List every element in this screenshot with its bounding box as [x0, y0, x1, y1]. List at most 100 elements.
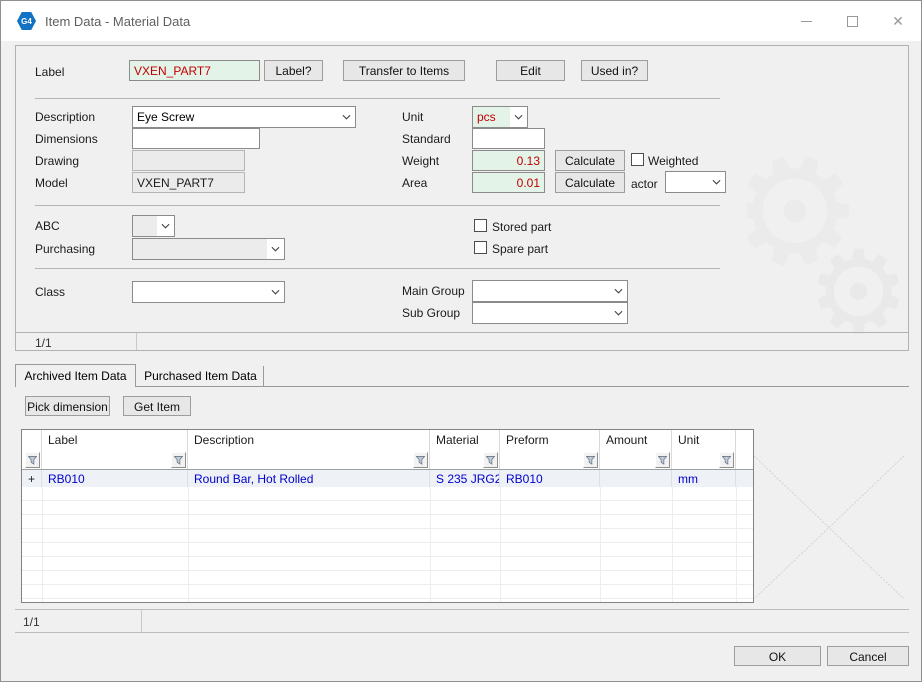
gear-icon: ⚙ — [747, 141, 886, 317]
chevron-down-icon — [610, 303, 627, 323]
gear-watermark: ⚙ ⚙ — [747, 141, 907, 350]
filter-button-expand[interactable] — [25, 452, 40, 468]
filter-funnel-icon — [416, 455, 425, 465]
class-combobox[interactable] — [132, 281, 285, 303]
factor-combobox[interactable] — [665, 171, 726, 193]
filter-funnel-icon — [28, 455, 37, 465]
minimize-icon — [800, 20, 812, 22]
row-amount — [600, 470, 672, 487]
grid-line — [736, 487, 737, 602]
app-icon: G4 — [17, 12, 36, 30]
filter-funnel-icon — [658, 455, 667, 465]
abc-label: ABC — [35, 219, 60, 233]
transfer-to-items-button[interactable]: Transfer to Items — [343, 60, 465, 81]
column-header-preform: Preform — [500, 430, 600, 450]
dimensions-input[interactable] — [132, 128, 260, 149]
stored-part-checkbox[interactable] — [474, 219, 487, 232]
spare-part-checkbox[interactable] — [474, 241, 487, 254]
pager-divider — [136, 333, 137, 350]
grid-line — [672, 487, 673, 602]
row-description: Round Bar, Hot Rolled — [188, 470, 430, 487]
class-label: Class — [35, 285, 66, 299]
filter-button-label[interactable] — [171, 452, 186, 468]
column-header-description: Description — [188, 430, 430, 450]
weighted-checkbox[interactable] — [631, 153, 644, 166]
weighted-label: Weighted — [648, 154, 699, 168]
row-label: RB010 — [42, 470, 188, 487]
grid-line — [500, 487, 501, 602]
edit-button[interactable]: Edit — [496, 60, 565, 81]
filter-cell — [600, 450, 672, 469]
chevron-down-icon — [157, 216, 174, 236]
tab-archived-item-data[interactable]: Archived Item Data — [15, 364, 136, 387]
window-title: Item Data - Material Data — [45, 14, 191, 29]
label-question-button[interactable]: Label? — [264, 60, 323, 81]
chevron-down-icon — [338, 107, 355, 127]
maximize-button[interactable] — [829, 1, 875, 41]
grid-line — [600, 487, 601, 602]
standard-input[interactable] — [472, 128, 545, 149]
filter-cell — [430, 450, 500, 469]
close-button[interactable]: ✕ — [875, 1, 921, 41]
ok-button[interactable]: OK — [734, 646, 821, 666]
minimize-button[interactable] — [783, 1, 829, 41]
column-header-label: Label — [42, 430, 188, 450]
table-header-row: Label Description Material Preform Amoun… — [22, 430, 753, 450]
column-header-amount: Amount — [600, 430, 672, 450]
row-expand-toggle[interactable]: + — [22, 470, 42, 487]
filter-funnel-icon — [486, 455, 495, 465]
filter-button-unit[interactable] — [719, 452, 734, 468]
sub-group-combobox[interactable] — [472, 302, 628, 324]
filter-funnel-icon — [586, 455, 595, 465]
sub-group-value — [473, 303, 610, 323]
separator — [35, 268, 720, 269]
grid-line — [42, 487, 43, 602]
window-controls: ✕ — [783, 1, 921, 41]
calculate-weight-button[interactable]: Calculate — [555, 150, 625, 171]
record-pager-bottom: 1/1 — [15, 609, 909, 633]
separator — [35, 205, 720, 206]
tab-strip-line — [15, 386, 909, 387]
factor-label: actor — [631, 177, 658, 191]
table-row[interactable]: + RB010 Round Bar, Hot Rolled S 235 JRG2… — [22, 470, 753, 487]
chevron-down-icon — [708, 172, 725, 192]
weight-input[interactable]: 0.13 — [472, 150, 545, 171]
used-in-button[interactable]: Used in? — [581, 60, 648, 81]
spare-part-label: Spare part — [492, 242, 549, 256]
main-group-label: Main Group — [402, 284, 465, 298]
app-icon-text: G4 — [21, 16, 32, 26]
pick-dimension-button[interactable]: Pick dimension — [25, 396, 110, 416]
filter-cell — [672, 450, 736, 469]
row-filler — [736, 470, 753, 487]
abc-combobox[interactable] — [132, 215, 175, 237]
filter-button-material[interactable] — [483, 452, 498, 468]
row-unit: mm — [672, 470, 736, 487]
main-group-combobox[interactable] — [472, 280, 628, 302]
filter-button-preform[interactable] — [583, 452, 598, 468]
description-combobox[interactable]: Eye Screw — [132, 106, 356, 128]
cancel-button[interactable]: Cancel — [827, 646, 909, 666]
maximize-icon — [846, 15, 858, 27]
abc-value — [133, 216, 157, 236]
filter-cell — [42, 450, 188, 469]
label-input[interactable]: VXEN_PART7 — [129, 60, 260, 81]
filter-button-amount[interactable] — [655, 452, 670, 468]
chevron-down-icon — [267, 282, 284, 302]
purchasing-label: Purchasing — [35, 242, 96, 256]
area-input[interactable]: 0.01 — [472, 172, 545, 193]
grid-line — [188, 487, 189, 602]
dimensions-label: Dimensions — [35, 132, 98, 146]
chevron-down-icon — [267, 239, 284, 259]
item-data-dialog: G4 Item Data - Material Data ✕ ⚙ ⚙ Label… — [0, 0, 922, 682]
unit-combobox[interactable]: pcs — [472, 106, 528, 128]
column-header-expand — [22, 430, 42, 450]
get-item-button[interactable]: Get Item — [123, 396, 191, 416]
calculate-area-button[interactable]: Calculate — [555, 172, 625, 193]
close-icon: ✕ — [892, 13, 904, 29]
preview-placeholder — [754, 456, 904, 599]
record-count-bottom: 1/1 — [23, 615, 40, 629]
purchasing-combobox[interactable] — [132, 238, 285, 260]
filter-funnel-icon — [174, 455, 183, 465]
tab-purchased-item-data[interactable]: Purchased Item Data — [138, 366, 264, 386]
filter-button-description[interactable] — [413, 452, 428, 468]
